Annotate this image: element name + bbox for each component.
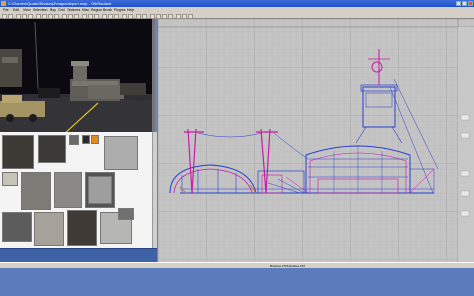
menu-plugins[interactable]: Plugins [114, 8, 125, 12]
filter-icon[interactable] [108, 13, 113, 19]
texture-tile[interactable] [38, 135, 66, 163]
texture-tile[interactable] [82, 135, 90, 144]
menu-help[interactable]: Help [127, 8, 134, 12]
view-change-icon[interactable] [62, 13, 67, 19]
grid-icon[interactable] [122, 13, 127, 19]
app-icon [1, 1, 6, 6]
camera-icon[interactable] [74, 13, 79, 19]
texture-tile[interactable] [118, 208, 134, 220]
texture-tile[interactable] [2, 135, 34, 169]
texture-tile[interactable] [34, 212, 64, 246]
menu-region[interactable]: Region [91, 8, 102, 12]
texture-tile[interactable] [2, 212, 32, 242]
region-icon[interactable] [114, 13, 119, 19]
menu-grid[interactable]: Grid [58, 8, 65, 12]
select-icon[interactable] [36, 13, 41, 19]
xy-view-render [158, 19, 474, 262]
menu-misc[interactable]: Misc [82, 8, 89, 12]
texture-lock-icon[interactable] [68, 13, 73, 19]
menu-bsp[interactable]: Bsp [50, 8, 56, 12]
texture-tile[interactable] [67, 210, 97, 246]
window-title: C:\Games\Quake3\baseq3\maps\airport.map … [8, 1, 112, 6]
entity-icon[interactable] [94, 13, 99, 19]
texture-tile[interactable] [104, 136, 138, 170]
open-icon[interactable] [2, 13, 7, 19]
cubic-clip-icon[interactable] [102, 13, 107, 19]
title-bar: C:\Games\Quake3\baseq3\maps\airport.map … [0, 0, 474, 7]
inspector-icon[interactable] [168, 13, 173, 19]
menu-textures[interactable]: Textures [67, 8, 80, 12]
maximize-icon[interactable] [462, 1, 467, 6]
light-icon[interactable] [150, 13, 155, 19]
save-icon[interactable] [8, 13, 13, 19]
drag-icon[interactable] [42, 13, 47, 19]
texture-tile[interactable] [91, 135, 99, 144]
snap-icon[interactable] [128, 13, 133, 19]
texture-tile[interactable] [21, 172, 51, 210]
texture-tile[interactable] [88, 176, 112, 204]
texture-icon[interactable] [156, 13, 161, 19]
plugin-icon[interactable] [176, 13, 181, 19]
surface-icon[interactable] [162, 13, 167, 19]
tool-extra-icon[interactable] [182, 13, 187, 19]
camera-view[interactable] [0, 19, 155, 132]
texture-scrollbar[interactable] [152, 132, 157, 248]
texture-tile[interactable] [54, 172, 82, 208]
texture-tile[interactable] [69, 135, 79, 145]
menu-selection[interactable]: Selection [33, 8, 47, 12]
clipper-icon[interactable] [82, 13, 87, 19]
flip-y-icon[interactable] [22, 13, 27, 19]
camera-render [0, 19, 155, 132]
console-panel[interactable] [0, 248, 157, 262]
scale-icon[interactable] [136, 13, 141, 19]
menu-edit[interactable]: Edit [13, 8, 19, 12]
tool-extra-2-icon[interactable] [188, 13, 193, 19]
menu-file[interactable]: File [3, 8, 9, 12]
taskbar [0, 268, 474, 296]
shear-icon[interactable] [142, 13, 147, 19]
texture-tile[interactable] [2, 172, 18, 186]
menu-brush[interactable]: Brush [103, 8, 112, 12]
menu-view[interactable]: View [23, 8, 31, 12]
close-icon[interactable] [468, 1, 473, 6]
csg-subtract-icon[interactable] [48, 13, 53, 19]
csg-merge-icon[interactable] [54, 13, 59, 19]
texture-browser[interactable] [0, 132, 155, 248]
flip-x-icon[interactable] [16, 13, 21, 19]
rotate-icon[interactable] [28, 13, 33, 19]
patch-icon[interactable] [88, 13, 93, 19]
xy-view[interactable] [158, 19, 474, 262]
minimize-icon[interactable] [456, 1, 461, 6]
